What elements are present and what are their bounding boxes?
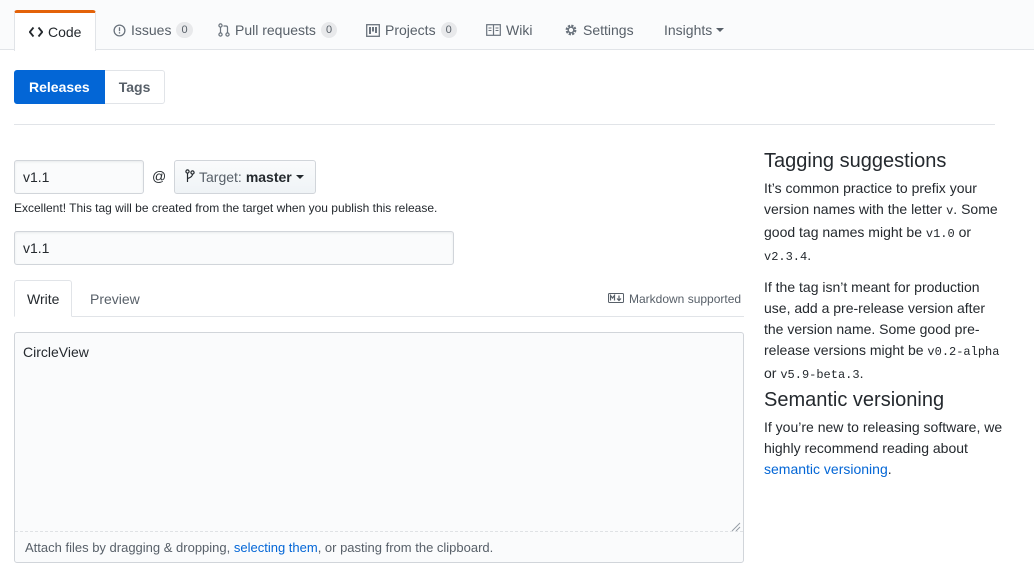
tab-pull-requests[interactable]: Pull requests 0 <box>204 10 351 50</box>
tag-version-input[interactable]: v1.1 <box>14 160 144 194</box>
tab-insights[interactable]: Insights <box>650 10 738 50</box>
tagging-paragraph-2: If the tag isn’t meant for production us… <box>764 279 1000 382</box>
chevron-down-icon <box>716 28 725 32</box>
markdown-note[interactable]: Markdown supported <box>608 292 741 306</box>
semantic-versioning: Semantic versioning If you’re new to rel… <box>764 389 1004 480</box>
tab-settings-label: Settings <box>583 22 634 38</box>
tab-code[interactable]: Code <box>14 10 97 51</box>
pull-requests-counter: 0 <box>320 22 338 38</box>
select-files-link[interactable]: selecting them <box>234 540 318 555</box>
release-title-input[interactable]: v1.1 <box>14 231 454 265</box>
tab-issues-label: Issues <box>131 22 172 38</box>
tab-projects[interactable]: Projects 0 <box>352 10 471 50</box>
projects-counter: 0 <box>440 22 457 38</box>
branch-icon <box>185 168 195 186</box>
target-branch-name: master <box>245 169 292 185</box>
semver-title: Semantic versioning <box>764 389 945 411</box>
code-icon <box>29 26 43 38</box>
repo-nav: Code Issues 0 Pull requests 0 Projects 0… <box>0 0 1034 51</box>
book-icon <box>486 24 501 36</box>
semver-paragraph: If you’re new to releasing software, we … <box>764 419 1003 477</box>
preview-tab[interactable]: Preview <box>78 280 152 317</box>
attach-files-dropzone[interactable]: Attach files by dragging & dropping, sel… <box>15 531 743 562</box>
write-tab[interactable]: Write <box>14 280 73 317</box>
tagging-paragraph-1: It’s common practice to prefix your vers… <box>764 180 998 264</box>
tagging-title: Tagging suggestions <box>764 150 947 172</box>
releases-tab[interactable]: Releases <box>14 70 105 104</box>
tab-code-label: Code <box>48 24 82 40</box>
tag-note: Excellent! This tag will be created from… <box>14 201 438 215</box>
project-icon <box>366 23 380 37</box>
chevron-down-icon <box>295 175 304 179</box>
attach-prefix: Attach files by dragging & dropping, <box>25 540 234 555</box>
tab-wiki[interactable]: Wiki <box>472 10 546 50</box>
attach-suffix: , or pasting from the clipboard. <box>317 540 494 555</box>
tags-tab[interactable]: Tags <box>104 70 166 104</box>
at-symbol: @ <box>152 168 167 184</box>
pull-request-icon <box>218 23 230 37</box>
release-subnav: Releases Tags <box>14 70 166 104</box>
tab-wiki-label: Wiki <box>506 22 533 38</box>
issue-icon <box>113 23 126 37</box>
markdown-icon <box>608 292 624 306</box>
tab-issues[interactable]: Issues 0 <box>99 10 207 50</box>
target-branch-button[interactable]: Target: master <box>174 160 316 194</box>
resize-handle-icon[interactable] <box>731 519 741 532</box>
issues-counter: 0 <box>176 22 193 38</box>
tab-insights-label: Insights <box>664 22 713 38</box>
section-divider <box>14 124 995 125</box>
release-description-body[interactable]: CircleView <box>15 333 743 531</box>
tab-pull-requests-label: Pull requests <box>235 22 316 38</box>
markdown-note-label: Markdown supported <box>629 292 742 306</box>
release-description-textarea[interactable]: CircleView Attach files by dragging & dr… <box>14 332 744 563</box>
tab-settings[interactable]: Settings <box>550 10 648 50</box>
tab-projects-label: Projects <box>385 22 436 38</box>
gear-icon <box>564 23 578 37</box>
semver-link[interactable]: semantic versioning <box>764 461 888 477</box>
tagging-suggestions: Tagging suggestions It’s common practice… <box>764 150 1004 386</box>
target-label: Target: <box>199 169 242 185</box>
